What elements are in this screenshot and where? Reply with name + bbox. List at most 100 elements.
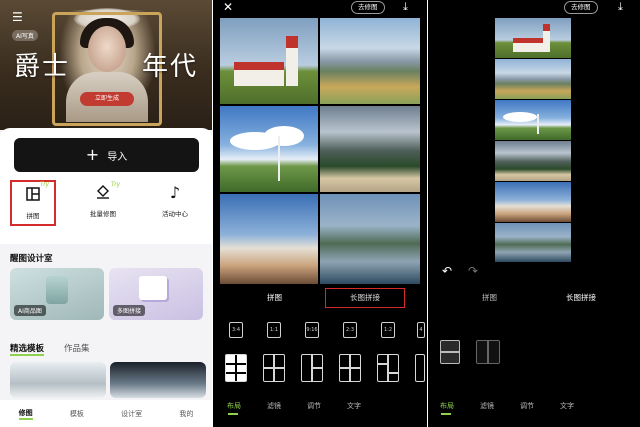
go-edit-button[interactable]: 去修图	[564, 1, 598, 14]
tab-portfolio[interactable]: 作品集	[64, 342, 90, 356]
home-screen: ☰ AI写真 爵士 年代 立即生成 + 导入 拼图 Try 批量修图 Try ♪…	[0, 0, 212, 427]
download-icon[interactable]: ⤓	[403, 0, 408, 14]
tab-filter[interactable]: 滤镜	[480, 401, 494, 411]
go-edit-button[interactable]: 去修图	[351, 1, 385, 14]
mode-collage[interactable]: 拼图	[267, 292, 282, 303]
nav-edit[interactable]: 修图	[18, 408, 33, 420]
church-tower	[286, 48, 298, 86]
tool-batch-edit-label: 批量修图	[90, 210, 116, 218]
layout-2x3-icon[interactable]	[225, 354, 247, 382]
template-thumb[interactable]	[10, 362, 106, 398]
long-stitch-editor: 去修图 ⤓ ↶ ↷ 拼图 长图拼接 布局 滤镜 调节 文字	[428, 0, 640, 427]
plus-icon: +	[85, 145, 100, 164]
church-spire	[543, 24, 550, 31]
snow-mountain-photo[interactable]	[495, 141, 571, 181]
tool-collage-label: 拼图	[26, 212, 40, 220]
nav-me[interactable]: 我的	[179, 409, 193, 419]
doc-image	[139, 276, 167, 300]
ai-tag: AI写真	[12, 30, 38, 41]
mode-bar: 拼图 长图拼接	[428, 286, 640, 310]
layout-more-icon[interactable]	[415, 354, 425, 382]
blue-lake-photo[interactable]	[320, 194, 420, 284]
stack-horizontal-icon[interactable]	[476, 340, 500, 364]
import-label: 导入	[107, 151, 128, 163]
ratio-2-3[interactable]: 2:3	[343, 322, 357, 338]
active-indicator	[228, 413, 238, 415]
layout-mixed-icon[interactable]	[301, 354, 323, 382]
ratio-1-1[interactable]: 1:1	[267, 322, 281, 338]
tab-filter[interactable]: 滤镜	[267, 401, 281, 411]
ratio-1-2[interactable]: 1:2	[381, 322, 395, 338]
mode-long-stitch[interactable]: 长图拼接	[566, 292, 596, 303]
editor-topbar: ✕ 去修图 ⤓	[213, 0, 427, 18]
layout-rows-icon[interactable]	[339, 354, 361, 382]
nav-design[interactable]: 设计室	[121, 409, 142, 419]
peaks-photo[interactable]	[495, 182, 571, 222]
redo-icon[interactable]: ↷	[468, 264, 478, 278]
try-badge: Try	[40, 181, 50, 188]
mountain-lake-photo[interactable]	[495, 59, 571, 99]
undo-icon[interactable]: ↶	[442, 264, 452, 278]
bag-image	[46, 276, 68, 304]
cloud	[264, 126, 304, 146]
mode-collage[interactable]: 拼图	[482, 292, 497, 303]
design-section-title: 醒图设计室	[10, 254, 53, 264]
design-card-multi-stitch[interactable]: 多图拼接	[109, 268, 203, 320]
tool-event-center[interactable]: ♪ 活动中心	[152, 180, 198, 226]
ratio-more[interactable]: 4	[417, 322, 425, 338]
bottom-nav: 修图 模板 设计室 我的	[0, 400, 212, 427]
church-tower	[543, 30, 550, 52]
church-roof	[513, 38, 543, 43]
tab-text[interactable]: 文字	[560, 401, 574, 411]
collage-editor: ✕ 去修图 ⤓ 拼图 长图拼接 3:4 1:1 9:16 2:3 1:2 4 布…	[213, 0, 427, 427]
church-spire	[286, 36, 298, 48]
church-wall	[513, 42, 543, 52]
try-badge: Try	[111, 181, 121, 188]
generate-button[interactable]: 立即生成	[80, 92, 134, 106]
church-photo[interactable]	[495, 18, 571, 58]
mode-bar: 拼图 长图拼接	[213, 286, 427, 310]
stack-vertical-icon[interactable]	[440, 340, 460, 364]
template-thumb[interactable]	[110, 362, 206, 398]
long-image-canvas[interactable]	[495, 18, 571, 262]
tab-layout[interactable]: 布局	[440, 401, 454, 411]
turbine	[278, 136, 280, 181]
banner-title-right: 年代	[142, 52, 199, 82]
wind-turbine-photo[interactable]	[495, 100, 571, 140]
editor-bottom-tabs: 布局 滤镜 调节 文字	[213, 396, 427, 416]
cloud	[503, 112, 537, 122]
import-button[interactable]: + 导入	[14, 138, 199, 172]
layout-cols-icon[interactable]	[263, 354, 285, 382]
banner-title-left: 爵士	[14, 52, 71, 82]
snow-mountain-photo[interactable]	[320, 106, 420, 192]
wind-turbine-photo[interactable]	[220, 106, 318, 192]
tool-event-center-label: 活动中心	[162, 210, 188, 218]
tab-adjust[interactable]: 调节	[307, 401, 321, 411]
tiktok-icon: ♪	[169, 182, 181, 202]
peaks-photo[interactable]	[220, 194, 318, 284]
ratio-3-4[interactable]: 3:4	[229, 322, 243, 338]
tab-adjust[interactable]: 调节	[520, 401, 534, 411]
tab-text[interactable]: 文字	[347, 401, 361, 411]
mountain-lake-photo[interactable]	[320, 18, 420, 104]
template-tabs: 精选模板 作品集	[10, 342, 90, 356]
blue-lake-photo[interactable]	[495, 223, 571, 262]
nav-templates[interactable]: 模板	[70, 409, 84, 419]
tab-layout[interactable]: 布局	[227, 401, 241, 411]
ratio-9-16[interactable]: 9:16	[305, 322, 319, 338]
design-card-label: 多图拼接	[113, 305, 146, 316]
church-roof	[234, 62, 284, 70]
church-photo[interactable]	[220, 18, 318, 104]
ai-portrait-banner[interactable]: ☰ AI写真 爵士 年代 立即生成	[0, 0, 212, 130]
collage-canvas[interactable]	[220, 18, 420, 284]
layout-split-icon[interactable]	[377, 354, 399, 382]
editor-bottom-tabs: 布局 滤镜 调节 文字	[428, 396, 640, 416]
design-card-ai-product[interactable]: AI商品图	[10, 268, 104, 320]
menu-icon[interactable]: ☰	[12, 10, 23, 24]
church-wall	[234, 68, 284, 86]
download-icon[interactable]: ⤓	[618, 0, 623, 14]
mode-long-stitch[interactable]: 长图拼接	[325, 288, 405, 308]
editor-topbar: 去修图 ⤓	[428, 0, 640, 18]
tab-featured-templates[interactable]: 精选模板	[10, 342, 45, 356]
close-icon[interactable]: ✕	[223, 0, 233, 14]
